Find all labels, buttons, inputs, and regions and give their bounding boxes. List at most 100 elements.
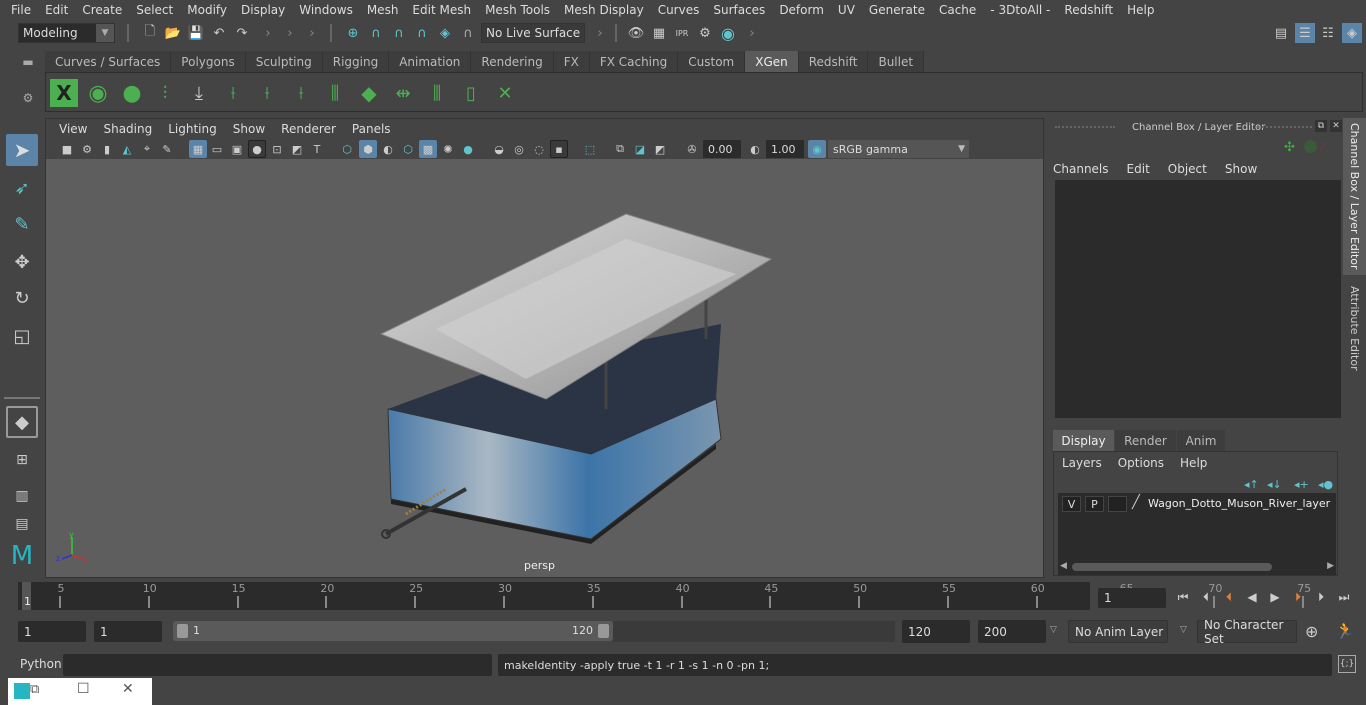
menu-edit-mesh[interactable]: Edit Mesh <box>405 3 478 17</box>
menu-surfaces[interactable]: Surfaces <box>706 3 772 17</box>
channel-menu-show[interactable]: Show <box>1225 162 1257 176</box>
range-slider[interactable]: 1 120 <box>173 621 613 641</box>
viewport-menu-panels[interactable]: Panels <box>344 122 399 136</box>
xgen-preview-icon[interactable]: ◉ <box>84 79 112 107</box>
gamma-icon[interactable]: ◐ <box>746 140 764 158</box>
render-view-icon[interactable]: 👁 <box>626 23 646 43</box>
new-scene-icon[interactable]: 🗋 <box>140 23 160 43</box>
render-settings-icon[interactable]: ⚙ <box>695 23 715 43</box>
grid-icon[interactable]: ▦ <box>189 140 207 158</box>
shelf-tab-xgen[interactable]: XGen <box>745 51 799 72</box>
hypershade-icon[interactable]: ◉ <box>718 23 738 43</box>
layer-menu-layers[interactable]: Layers <box>1062 456 1102 470</box>
snap-view-plane-icon[interactable]: ∩ <box>412 23 432 43</box>
anti-aliasing-icon[interactable]: ◌ <box>530 140 548 158</box>
xray-active-icon[interactable]: ◪ <box>631 140 649 158</box>
delete-guides-icon[interactable]: ✕ <box>491 79 519 107</box>
colorspace-dropdown[interactable]: sRGB gamma ▼ <box>828 140 969 158</box>
shadows-icon[interactable]: ● <box>459 140 477 158</box>
menu-3dtoall[interactable]: - 3DtoAll - <box>983 3 1057 17</box>
new-empty-layer-icon[interactable]: ◂+ <box>1294 478 1309 491</box>
film-gate-icon[interactable]: ▭ <box>208 140 226 158</box>
single-pane-layout-icon[interactable]: ◆ <box>6 406 38 438</box>
select-tool-icon[interactable]: ➤ <box>6 134 38 166</box>
add-guide-icon[interactable]: ⟊ <box>219 79 247 107</box>
rotate-tool-icon[interactable]: ↻ <box>6 282 38 314</box>
xgen-editor-icon[interactable]: X <box>50 79 78 107</box>
viewport-menu-view[interactable]: View <box>51 122 95 136</box>
textured-icon[interactable]: ▩ <box>419 140 437 158</box>
layer-playback-toggle[interactable]: P <box>1085 496 1104 512</box>
anim-layer-dropdown[interactable]: No Anim Layer <box>1068 620 1168 643</box>
animation-preferences-icon[interactable]: 🏃 <box>1335 621 1355 640</box>
scrollbar-thumb[interactable] <box>1072 563 1272 571</box>
2d-pan-zoom-icon[interactable]: ⌖ <box>138 140 156 158</box>
menu-windows[interactable]: Windows <box>292 3 360 17</box>
start-time-field[interactable]: 1 <box>18 621 86 642</box>
scroll-left-icon[interactable]: ◀ <box>1060 561 1067 571</box>
safe-action-icon[interactable]: ◩ <box>288 140 306 158</box>
lasso-tool-icon[interactable]: ➶ <box>6 172 38 204</box>
menu-deform[interactable]: Deform <box>772 3 831 17</box>
auto-key-icon[interactable]: ⊕ <box>1305 622 1318 641</box>
add-guides-icon[interactable]: ⫶ <box>151 79 179 107</box>
range-start-handle[interactable] <box>177 624 188 638</box>
xray-joints-icon[interactable]: ⧉ <box>611 140 629 158</box>
exposure-icon[interactable]: ✇ <box>683 140 701 158</box>
screen-space-ao-icon[interactable]: ◒ <box>490 140 508 158</box>
safe-title-icon[interactable]: T <box>308 140 326 158</box>
shelf-menu-icon[interactable]: ▬ <box>18 55 38 69</box>
shelf-tab-polygons[interactable]: Polygons <box>171 51 246 72</box>
time-slider[interactable]: 1 51015202530354045505560657075808590951… <box>18 582 1311 610</box>
shelf-tab-rigging[interactable]: Rigging <box>322 51 390 72</box>
resolution-gate-icon[interactable]: ▣ <box>228 140 246 158</box>
step-forward-frame-icon[interactable]: ⏵ <box>1312 586 1330 608</box>
collapse-arrow-icon[interactable]: › <box>258 23 278 43</box>
command-language-label[interactable]: Python <box>20 657 62 671</box>
layer-tab-anim[interactable]: Anim <box>1177 430 1225 451</box>
new-layer-from-selection-icon[interactable]: ◂● <box>1318 478 1333 491</box>
shelf-tab-fx[interactable]: FX <box>553 51 590 72</box>
layer-color-swatch-icon[interactable]: ╱ <box>1132 495 1140 510</box>
menu-generate[interactable]: Generate <box>862 3 932 17</box>
shelf-tab-fx-caching[interactable]: FX Caching <box>589 51 679 72</box>
smooth-shade-icon[interactable]: ⬢ <box>359 140 377 158</box>
character-set-chevron-icon[interactable]: ▽ <box>1180 625 1187 635</box>
playback-end-field[interactable]: 120 <box>902 620 970 643</box>
restore-icon[interactable]: ⧉ <box>30 682 39 697</box>
collapse-arrow-icon[interactable]: › <box>280 23 300 43</box>
depth-of-field-icon[interactable]: ▪ <box>550 140 568 158</box>
end-time-field[interactable]: 200 <box>978 620 1046 643</box>
float-panel-icon[interactable]: ⧉ <box>1315 120 1327 132</box>
xgen-clear-preview-icon[interactable]: ● <box>118 79 146 107</box>
step-forward-key-icon[interactable]: ⏵ <box>1289 586 1307 608</box>
playback-start-field[interactable]: 1 <box>94 621 162 642</box>
channel-box-toggle-icon[interactable]: ◈ <box>1342 23 1362 43</box>
collapse-arrow-icon[interactable]: › <box>302 23 322 43</box>
image-plane-icon[interactable]: ◭ <box>118 140 136 158</box>
script-editor-icon[interactable]: {;} <box>1338 655 1356 673</box>
menu-curves[interactable]: Curves <box>651 3 707 17</box>
color-management-on-icon[interactable]: ◉ <box>808 140 826 158</box>
undo-icon[interactable]: ↶ <box>209 23 229 43</box>
layer-visibility-toggle[interactable]: V <box>1062 496 1081 512</box>
sculpt-guides-icon[interactable]: ⫼ <box>321 79 349 107</box>
isolate-select-icon[interactable]: ⬚ <box>581 140 599 158</box>
close-panel-icon[interactable]: ✕ <box>1330 120 1342 132</box>
shelf-tab-sculpting[interactable]: Sculpting <box>245 51 323 72</box>
shelf-tab-rendering[interactable]: Rendering <box>471 51 554 72</box>
flip-guides-icon[interactable]: ⇹ <box>389 79 417 107</box>
exposure-field[interactable]: 0.00 <box>703 140 741 158</box>
layer-row[interactable]: V P ╱ Wagon_Dotto_Muson_River_layer <box>1058 495 1336 513</box>
redo-icon[interactable]: ↷ <box>232 23 252 43</box>
play-forwards-icon[interactable]: ▶ <box>1266 586 1284 608</box>
menu-file[interactable]: File <box>4 3 38 17</box>
attribute-editor-toggle-icon[interactable]: ☰ <box>1295 23 1315 43</box>
menu-display[interactable]: Display <box>234 3 292 17</box>
channel-menu-object[interactable]: Object <box>1168 162 1207 176</box>
wireframe-on-shaded-icon[interactable]: ◐ <box>379 140 397 158</box>
place-guides-icon[interactable]: ⤓ <box>185 79 213 107</box>
snap-live-icon[interactable]: ∩ <box>458 23 478 43</box>
channel-list[interactable] <box>1055 180 1341 418</box>
workspace-dropdown[interactable]: Modeling ▼ <box>18 23 115 43</box>
